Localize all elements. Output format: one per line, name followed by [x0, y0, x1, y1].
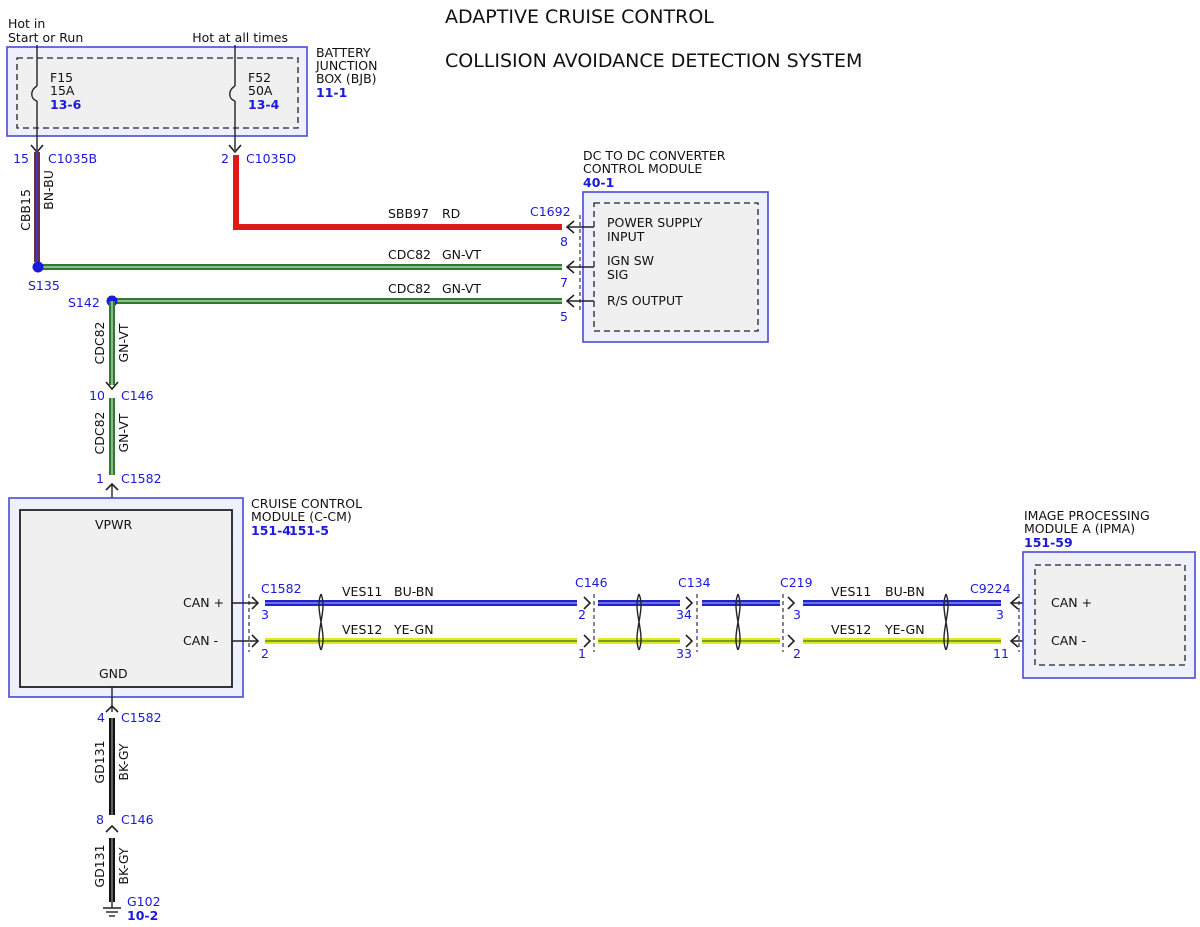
wire-cdc82-a-color: GN-VT — [442, 247, 481, 262]
connector-c219-can-name: C219 — [780, 575, 813, 590]
wire-cdc82-d-circuit: CDC82 — [92, 412, 107, 455]
ipma-inner — [1034, 564, 1186, 666]
dcdc-ign-sw-2: SIG — [607, 267, 628, 282]
connector-c219-can-pin-minus: 2 — [793, 646, 801, 661]
connector-c9224-can-pin-minus: 11 — [993, 646, 1009, 661]
wire-ves12-left-circuit: VES12 — [342, 622, 382, 637]
connector-c1582-can-pin-plus: 3 — [261, 607, 269, 622]
bjb-label-3: BOX (BJB) — [316, 71, 377, 86]
bjb-ref-link[interactable]: 11-1 — [316, 85, 347, 100]
ccm-vpwr-label: VPWR — [95, 517, 132, 532]
dcdc-rs-output: R/S OUTPUT — [607, 293, 683, 308]
connector-c1692-name: C1692 — [530, 204, 571, 219]
ground-ref-link[interactable]: 10-2 — [127, 908, 158, 923]
ccm-label-2: MODULE (C-CM) — [251, 509, 352, 524]
title-line-2: COLLISION AVOIDANCE DETECTION SYSTEM — [445, 50, 862, 72]
hot-start-run-line2: Start or Run — [8, 30, 83, 45]
connector-c1582-bot-name: C1582 — [121, 710, 162, 725]
hot-start-run-line1: Hot in — [8, 16, 45, 31]
fuse-f52-rating: 50A — [248, 83, 273, 98]
connector-c1582-bot-pin: 4 — [97, 710, 105, 725]
dcdc-power-supply-2: INPUT — [607, 229, 645, 244]
ccm-ref-2-link[interactable]: 151-5 — [289, 523, 329, 538]
splice-s135-dot — [32, 261, 44, 273]
splice-s142-label: S142 — [68, 295, 100, 310]
wire-cbb15-circuit: CBB15 — [18, 189, 33, 231]
connector-c9224-can-pin-plus: 3 — [996, 607, 1004, 622]
wire-ves11-right-color: BU-BN — [885, 584, 925, 599]
hot-all-times-label: Hot at all times — [192, 30, 288, 45]
ccm-can-plus-label: CAN + — [183, 595, 224, 610]
image-processing-module[interactable] — [1022, 551, 1196, 679]
ipma-ref-link[interactable]: 151-59 — [1024, 535, 1073, 550]
connector-c1035b-name: C1035B — [48, 151, 97, 166]
wire-gd131-b-color: BK-GY — [116, 847, 131, 884]
connector-c146-top-name: C146 — [121, 388, 154, 403]
wire-gd131-b-circuit: GD131 — [92, 844, 107, 887]
ipma-can-plus-label: CAN + — [1051, 595, 1092, 610]
wire-cdc82-d-color: GN-VT — [116, 413, 131, 452]
connector-c134-can-pin-plus: 34 — [676, 607, 692, 622]
ccm-can-minus-label: CAN - — [183, 633, 218, 648]
wire-ves11-left-circuit: VES11 — [342, 584, 382, 599]
wire-ves11-right-circuit: VES11 — [831, 584, 871, 599]
dcdc-pin-8: 8 — [560, 234, 568, 249]
connector-c146-bot-name: C146 — [121, 812, 154, 827]
fuse-f15-rating: 15A — [50, 83, 75, 98]
connector-c1035d-name: C1035D — [246, 151, 296, 166]
dcdc-label-2: CONTROL MODULE — [583, 161, 702, 176]
wire-ves12-left-color: YE-GN — [393, 622, 434, 637]
connector-c1035d-pin: 2 — [221, 151, 229, 166]
connector-c219-can-pin-plus: 3 — [793, 607, 801, 622]
wiring-diagram: ADAPTIVE CRUISE CONTROL COLLISION AVOIDA… — [6, 6, 1196, 923]
dcdc-pin-7: 7 — [560, 275, 568, 290]
connector-c9224-can-name: C9224 — [970, 581, 1011, 596]
wire-sbb97-color: RD — [442, 206, 460, 221]
wire-cdc82-b-circuit: CDC82 — [388, 281, 431, 296]
dcdc-ref-link[interactable]: 40-1 — [583, 175, 614, 190]
connector-c146-bot-pin: 8 — [96, 812, 104, 827]
connector-c1035b-pin: 15 — [13, 151, 29, 166]
ipma-can-minus-label: CAN - — [1051, 633, 1086, 648]
connector-c1582-top-pin: 1 — [96, 471, 104, 486]
title-line-1: ADAPTIVE CRUISE CONTROL — [445, 6, 714, 28]
dcdc-power-supply-1: POWER SUPPLY — [607, 215, 703, 230]
fuse-f15-ref-link[interactable]: 13-6 — [50, 97, 82, 112]
connector-c146-can-pin-minus: 1 — [578, 646, 586, 661]
wire-gd131-a-circuit: GD131 — [92, 740, 107, 783]
ground-icon — [103, 902, 121, 917]
splice-s135-label: S135 — [28, 278, 60, 293]
ground-g102-name: G102 — [127, 894, 161, 909]
wire-cdc82-a-circuit: CDC82 — [388, 247, 431, 262]
wire-cbb15-color: BN-BU — [41, 170, 56, 210]
connector-c146-can-pin-plus: 2 — [578, 607, 586, 622]
dcdc-ign-sw-1: IGN SW — [607, 253, 654, 268]
connector-c146-top-pin: 10 — [89, 388, 105, 403]
connector-c1582-can-name: C1582 — [261, 581, 302, 596]
wire-cdc82-c-color: GN-VT — [116, 323, 131, 362]
wire-sbb97-circuit: SBB97 — [388, 206, 429, 221]
fuse-f52-ref-link[interactable]: 13-4 — [248, 97, 280, 112]
dcdc-pin-5: 5 — [560, 309, 568, 324]
ipma-label-2: MODULE A (IPMA) — [1024, 521, 1135, 536]
connector-c1582-top-name: C1582 — [121, 471, 162, 486]
connector-c134-can-pin-minus: 33 — [676, 646, 692, 661]
ccm-ref-1-link[interactable]: 151-4 — [251, 523, 291, 538]
wire-ves12-right-color: YE-GN — [884, 622, 925, 637]
connector-c146-bot-arrow-icon — [105, 824, 119, 833]
wire-gd131-a-color: BK-GY — [116, 743, 131, 780]
ccm-gnd-label: GND — [99, 666, 128, 681]
connector-c134-can-name: C134 — [678, 575, 711, 590]
connector-c1582-can-pin-minus: 2 — [261, 646, 269, 661]
wire-cdc82-c-circuit: CDC82 — [92, 322, 107, 365]
wire-ves12-right-circuit: VES12 — [831, 622, 871, 637]
wire-ves11-left-color: BU-BN — [394, 584, 434, 599]
connector-c146-can-name: C146 — [575, 575, 608, 590]
wire-cdc82-b-color: GN-VT — [442, 281, 481, 296]
